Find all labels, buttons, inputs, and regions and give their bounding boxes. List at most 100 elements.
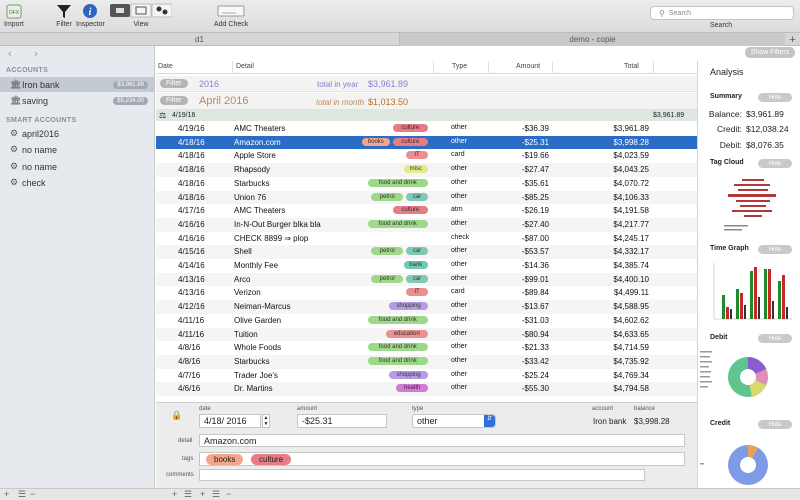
hide-debit-chart-button[interactable]: Hide	[758, 334, 792, 343]
sidebar-item-no-name[interactable]: ⚙ no name	[0, 142, 154, 157]
debit-chart-heading: Debit	[710, 334, 728, 341]
tag-badge: IT	[406, 151, 428, 160]
balance-value: $3,998.28	[634, 417, 670, 426]
tag-token[interactable]: culture	[251, 454, 292, 465]
amount-field[interactable]: -$25.31	[297, 414, 387, 428]
tag-token[interactable]: books	[206, 454, 244, 465]
table-row[interactable]: 4/6/16 Dr. Martins other -$55.30 $4,794.58 he…	[156, 382, 697, 396]
table-row[interactable]: 4/16/16 In-N-Out Burger blka bla other -$27…	[156, 217, 697, 232]
column-header-total[interactable]: Total	[624, 63, 639, 70]
table-row[interactable]: 4/14/16 Monthly Fee other -$14.36 $4,385.74 b…	[156, 259, 697, 273]
add-transaction-button[interactable]: +	[172, 489, 177, 499]
summary-heading: Summary	[710, 93, 742, 100]
table-row[interactable]: 4/7/16 Trader Joe's other -$25.24 $4,769.34 s…	[156, 369, 697, 383]
table-row[interactable]: 4/8/16 Whole Foods other -$21.33 $4,714.59 fo…	[156, 341, 697, 355]
table-row[interactable]: 4/18/16 Amazon.com other -$25.31 $3,998.28 cu…	[156, 135, 697, 150]
table-row[interactable]: 4/12/16 Neiman-Marcus other -$13.67 $4,588.9…	[156, 300, 697, 314]
remove-transaction-button[interactable]: −	[226, 489, 231, 499]
row-date: 4/18/16	[178, 137, 205, 147]
remove-account-button[interactable]: −	[30, 489, 35, 499]
sidebar-item-april2016[interactable]: ⚙ april2016	[0, 126, 154, 141]
row-total: $4,245.17	[613, 233, 649, 243]
row-amount: -$13.67	[521, 302, 549, 312]
forward-arrow-icon[interactable]: ›	[34, 48, 38, 60]
sidebar-item-saving[interactable]: 🏛 saving $5,234.00	[0, 93, 154, 108]
view-segmented-control[interactable]: View	[110, 2, 172, 28]
row-type: other	[451, 356, 467, 364]
inspector-button[interactable]: i Inspector	[76, 2, 105, 28]
lock-icon[interactable]: 🔒	[171, 410, 182, 421]
column-header-date[interactable]: Date	[158, 63, 173, 70]
row-type: other	[451, 124, 467, 131]
tab-d1[interactable]: d1	[0, 33, 400, 46]
table-row[interactable]: 4/11/16 Tuition other -$80.94 $4,633.65 educa…	[156, 327, 697, 342]
row-total: $4,400.10	[613, 274, 649, 284]
row-total: $4,106.33	[613, 192, 649, 202]
type-select[interactable]: other ⇵	[412, 414, 496, 428]
tag-badge: shopping	[389, 302, 428, 311]
detail-field[interactable]: Amazon.com	[199, 434, 685, 447]
table-row[interactable]: 4/19/16 AMC Theaters other -$36.39 $3,961.89…	[156, 122, 697, 136]
date-field[interactable]: 4/18/ 2016	[199, 414, 261, 428]
row-date: 4/13/16	[178, 274, 205, 284]
row-total: $4,499.11	[614, 288, 649, 298]
new-tab-button[interactable]: +	[785, 33, 800, 46]
add-check-button[interactable]: Add Check	[214, 2, 248, 28]
sidebar-item-check[interactable]: ⚙ check	[0, 175, 154, 190]
table-row[interactable]: 4/18/16 Union 76 other -$85.25 $4,106.33 car p…	[156, 190, 697, 205]
table-row[interactable]: 4/11/16 Olive Garden other -$31.03 $4,602.62…	[156, 314, 697, 328]
date-stepper[interactable]: ▲ ▼	[262, 414, 270, 428]
row-detail: Tuition	[234, 329, 258, 339]
sidebar-item-no-name-2[interactable]: ⚙ no name	[0, 159, 154, 174]
column-header-detail[interactable]: Detail	[236, 63, 254, 70]
row-detail: Trader Joe's	[234, 370, 278, 380]
column-header-type[interactable]: Type	[452, 63, 467, 70]
filter-pill[interactable]: Filter	[160, 79, 188, 88]
hide-summary-button[interactable]: Hide	[758, 93, 792, 102]
filter-pill[interactable]: Filter	[160, 96, 188, 105]
table-row[interactable]: 4/8/16 Starbucks other -$33.42 $4,735.92 food…	[156, 354, 697, 369]
table-row[interactable]: 4/16/16 CHECK 8899 ⇒ plop check -$87.00 $4,2…	[156, 232, 697, 246]
row-amount: -$25.24	[521, 370, 549, 380]
table-row[interactable]: 4/13/16 Arco other -$99.01 $4,400.10 car petro…	[156, 272, 697, 287]
import-icon: OFX	[5, 2, 23, 20]
hide-tag-cloud-button[interactable]: Hide	[758, 159, 792, 168]
table-row[interactable]: 4/15/16 Shell other -$53.57 $4,332.17 car petr…	[156, 245, 697, 259]
row-amount: -$27.40	[521, 219, 549, 229]
tags-field[interactable]: books culture	[199, 452, 685, 466]
row-amount: -$19.66	[521, 151, 549, 161]
tag-badge: food and drink	[367, 343, 428, 352]
row-type: card	[451, 151, 465, 159]
view-icons	[110, 2, 172, 20]
row-detail: In-N-Out Burger blka bla	[234, 219, 321, 229]
add-split-button[interactable]: +	[200, 489, 205, 499]
show-filters-button[interactable]: Show Filters	[745, 47, 795, 58]
table-row[interactable]: 4/18/16 Rhapsody other -$27.47 $4,043.25 misc	[156, 163, 697, 177]
year-total-value: $3,961.89	[368, 79, 409, 89]
filter-button[interactable]: Filter	[55, 2, 73, 28]
row-type: other	[451, 247, 467, 255]
search-input[interactable]: ⚲ Search	[650, 6, 794, 20]
row-detail: Starbucks	[234, 356, 270, 366]
import-button[interactable]: OFX Import	[4, 2, 24, 28]
row-detail: Apple Store	[234, 151, 276, 161]
tag-badge: culture	[392, 206, 428, 215]
table-row[interactable]: 4/18/16 Starbucks other -$35.61 $4,070.72 foo…	[156, 177, 697, 191]
sidebar-item-iron-bank[interactable]: 🏛 Iron bank $3,961.89	[0, 77, 154, 92]
tab-demo-copie[interactable]: demo - copie	[400, 33, 785, 46]
add-account-button[interactable]: +	[4, 489, 9, 499]
row-type: other	[451, 219, 467, 227]
row-detail: CHECK 8899 ⇒ plop	[234, 233, 309, 243]
tag-cloud-heading: Tag Cloud	[710, 159, 744, 166]
tag-badge: petrol	[371, 247, 403, 256]
table-row[interactable]: 4/18/16 Apple Store card -$19.66 $4,023.59 IT	[156, 149, 697, 163]
table-row[interactable]: 4/13/16 Verizon card -$89.84 $4,499.11 IT	[156, 286, 697, 300]
back-arrow-icon[interactable]: ‹	[8, 48, 12, 60]
hide-time-graph-button[interactable]: Hide	[758, 245, 792, 254]
table-row[interactable]: 4/17/16 AMC Theaters atm -$26.19 $4,191.58 cu…	[156, 204, 697, 218]
scale-icon: ⚖	[159, 111, 167, 120]
comments-field[interactable]	[199, 469, 645, 481]
column-header-amount[interactable]: Amount	[516, 63, 540, 70]
row-type: other	[451, 302, 467, 310]
hide-credit-chart-button[interactable]: Hide	[758, 420, 792, 429]
